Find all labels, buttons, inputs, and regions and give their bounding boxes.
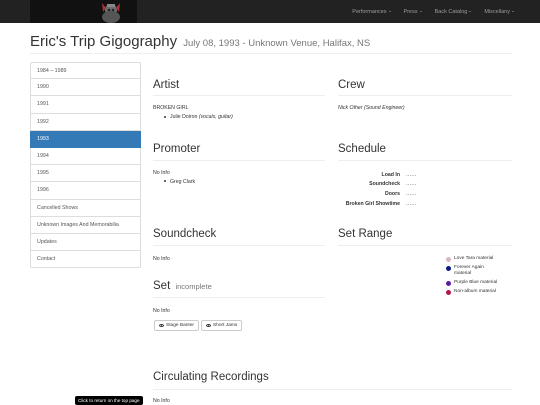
set-info: No Info <box>153 308 170 314</box>
schedule-value: …… <box>406 190 417 197</box>
soundcheck-heading: Soundcheck <box>153 228 217 240</box>
sidebar-item-1990[interactable]: 1990 <box>30 79 141 97</box>
soundcheck-info: No Info <box>153 256 170 262</box>
bullet-icon <box>164 116 166 118</box>
crew-name: Nick Other <box>338 105 363 111</box>
divider <box>338 245 512 246</box>
chevron-down-icon <box>469 11 472 12</box>
sidebar-item-1984-1989[interactable]: 1984 – 1989 <box>30 62 141 80</box>
page-title: Eric's Trip Gigography July 08, 1993 - U… <box>30 33 512 50</box>
artist-member: Julie Doiron (vocals, guitar) <box>170 114 233 120</box>
back-to-top-link[interactable]: Click to return on the top page <box>75 396 143 405</box>
legend-item: Non-album material <box>446 289 516 295</box>
schedule-key: Load In <box>381 171 400 178</box>
sidebar-item-1995[interactable]: 1995 <box>30 165 141 183</box>
nav-miscellany[interactable]: Miscellany <box>484 9 514 15</box>
member-role: (vocals, guitar) <box>198 114 233 120</box>
legend-label: Forever Again material <box>454 265 484 276</box>
sidebar-item-1991[interactable]: 1991 <box>30 96 141 114</box>
schedule-row: Soundcheck …… <box>338 180 448 190</box>
schedule-value: …… <box>406 181 417 188</box>
divider <box>153 297 325 298</box>
legend-dot <box>446 256 451 262</box>
sidebar-item-1993[interactable]: 1993 <box>30 130 141 148</box>
button-label: Stage Banter <box>166 323 195 328</box>
set-heading: Set incomplete <box>153 280 212 292</box>
schedule-list: Load In …… Soundcheck …… Doors …… Broken Gi… <box>338 170 448 208</box>
chevron-down-icon <box>388 11 391 12</box>
set-range-heading: Set Range <box>338 228 393 240</box>
stage-banter-button[interactable]: Stage Banter <box>154 320 200 331</box>
page-subtitle: July 08, 1993 - Unknown Venue, Halifax, … <box>183 38 371 49</box>
sidebar-item-contact[interactable]: Contact <box>30 251 141 269</box>
eye-icon <box>159 324 164 327</box>
sidebar-item-1992[interactable]: 1992 <box>30 113 141 131</box>
recordings-heading: Circulating Recordings <box>153 371 269 383</box>
site-logo[interactable] <box>30 0 137 23</box>
set-range-legend: Love Tara material Forever Again materia… <box>446 256 516 298</box>
legend-label: Non-album material <box>454 289 496 294</box>
legend-item: Love Tara material <box>446 256 516 262</box>
divider <box>153 95 325 96</box>
legend-label: Purple Blue material <box>454 280 498 285</box>
divider <box>153 245 325 246</box>
divider <box>338 95 512 96</box>
bullet-icon <box>164 180 166 182</box>
crew-role: (Sound Engineer) <box>363 105 405 111</box>
nav-press[interactable]: Press <box>404 9 422 15</box>
divider <box>338 160 512 161</box>
schedule-heading: Schedule <box>338 143 386 155</box>
promoter-info: No Info <box>153 170 170 176</box>
sidebar-item-1994[interactable]: 1994 <box>30 147 141 166</box>
schedule-row: Load In …… <box>338 170 448 180</box>
nav-label: Press <box>403 8 418 15</box>
page-header: Eric's Trip Gigography July 08, 1993 - U… <box>30 33 512 54</box>
sidebar-item-updates[interactable]: Updates <box>30 233 141 252</box>
chevron-down-icon <box>419 11 422 12</box>
set-title: Set <box>153 280 171 292</box>
legend-label: Love Tara material <box>454 256 494 261</box>
schedule-value: …… <box>406 200 417 207</box>
nav-label: Performances <box>352 8 387 15</box>
artist-band: BROKEN GIRL <box>153 105 189 111</box>
sidebar-item-1996[interactable]: 1996 <box>30 182 141 200</box>
sidebar-item-cancelled-shows[interactable]: Cancelled Shows <box>30 199 141 217</box>
main-nav: Performances Press Back Catalog Miscella… <box>339 0 514 23</box>
button-label: Short Jams <box>213 323 238 328</box>
artist-heading: Artist <box>153 79 180 91</box>
nav-back-catalog[interactable]: Back Catalog <box>435 9 472 15</box>
year-sidebar: 1984 – 1989 1990 1991 1992 1993 1994 199… <box>30 62 141 269</box>
divider <box>153 389 512 390</box>
legend-dot <box>446 289 451 295</box>
promoter-name: Greg Clark <box>170 179 196 185</box>
legend-item: Forever Again material <box>446 265 516 277</box>
schedule-key: Soundcheck <box>369 181 400 188</box>
short-jams-button[interactable]: Short Jams <box>201 320 243 331</box>
nav-performances[interactable]: Performances <box>352 8 391 15</box>
sidebar-item-unknown-images[interactable]: Unknown Images And Memorabilia <box>30 216 141 234</box>
schedule-key: Broken Girl Showtime <box>345 200 400 207</box>
crew-member: Nick Other (Sound Engineer) <box>338 105 405 111</box>
eye-icon <box>206 324 211 327</box>
page-title-text: Eric's Trip Gigography <box>30 33 178 50</box>
schedule-value: …… <box>406 171 417 178</box>
nav-label: Back Catalog <box>434 8 468 15</box>
member-name: Julie Doiron <box>170 114 198 120</box>
chevron-down-icon <box>512 11 514 12</box>
promoter-heading: Promoter <box>153 143 201 155</box>
recordings-info: No Info <box>153 398 170 404</box>
legend-dot <box>446 280 451 286</box>
set-status: incomplete <box>175 282 212 291</box>
top-navbar: Performances Press Back Catalog Miscella… <box>0 0 540 23</box>
legend-item: Purple Blue material <box>446 280 516 286</box>
crew-heading: Crew <box>338 79 365 91</box>
schedule-key: Doors <box>385 190 400 197</box>
schedule-row: Broken Girl Showtime …… <box>338 199 448 209</box>
divider <box>153 160 325 161</box>
nav-label: Miscellany <box>484 8 510 15</box>
schedule-row: Doors …… <box>338 189 448 199</box>
legend-dot <box>446 265 451 271</box>
